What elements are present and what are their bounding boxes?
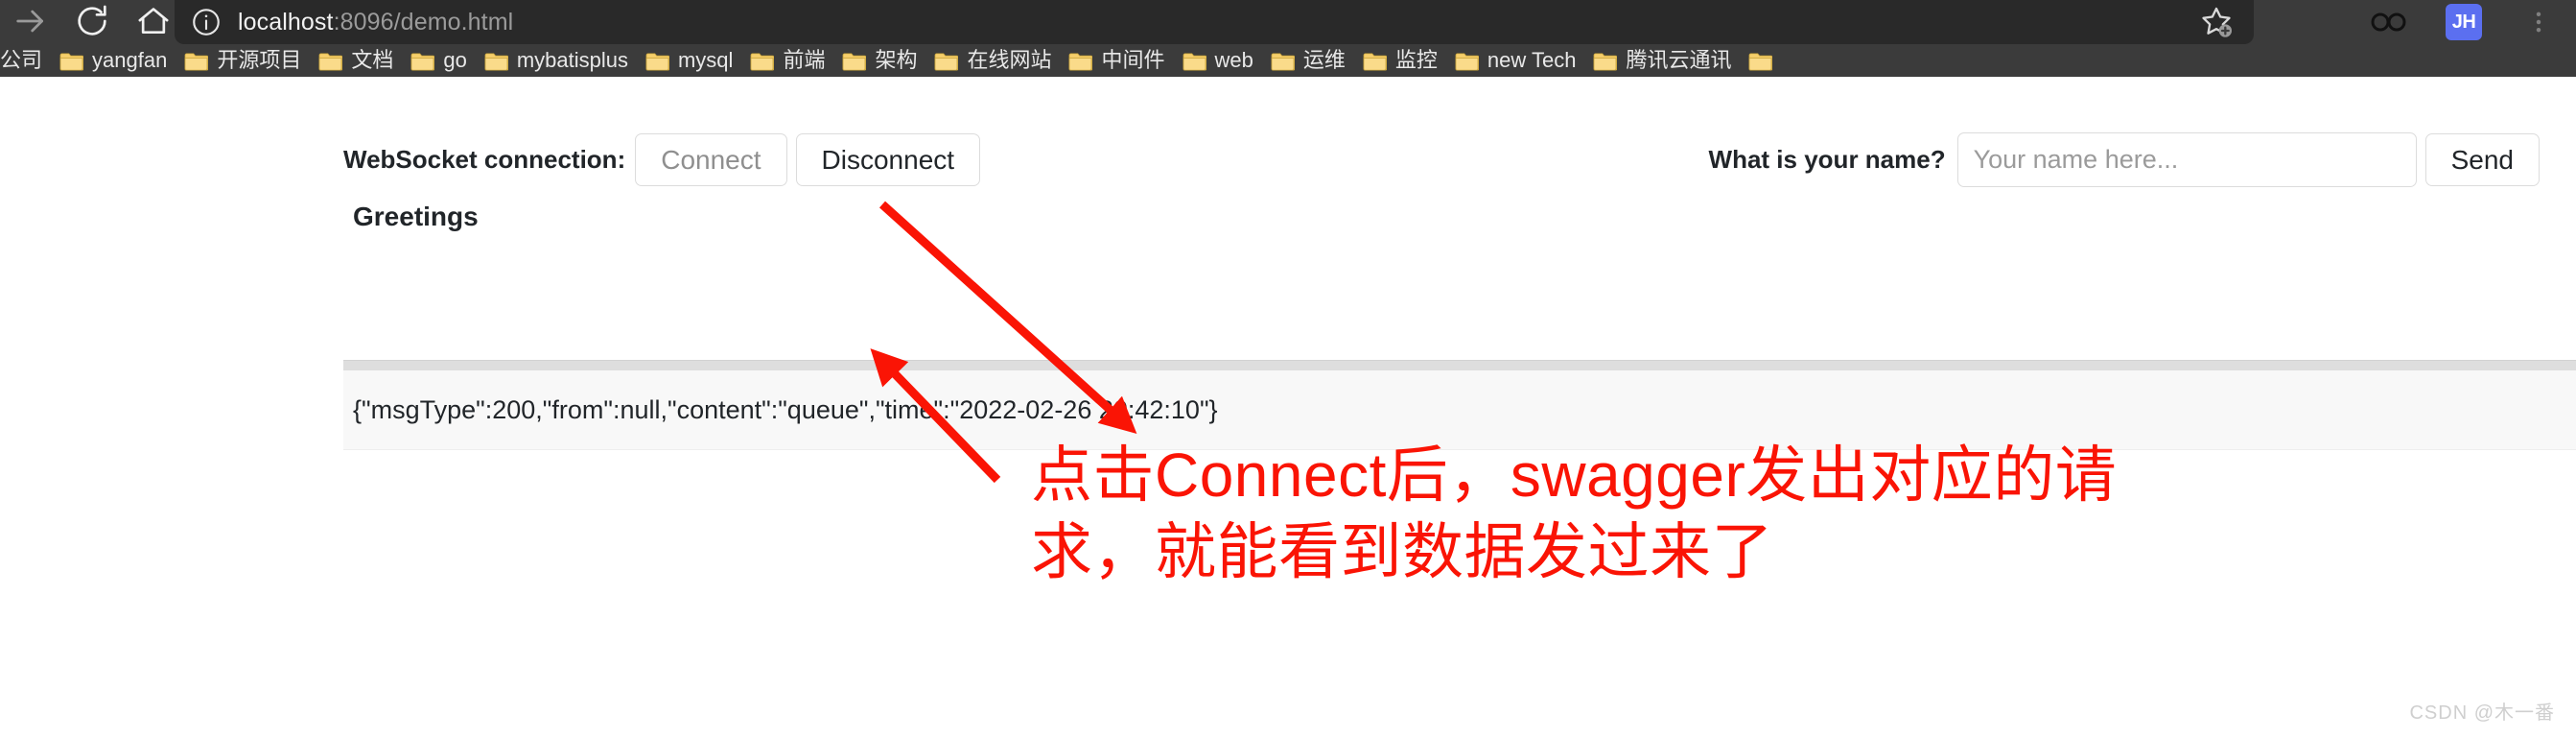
folder-icon (843, 53, 867, 70)
bookmark-item[interactable]: 开源项目 (176, 44, 310, 77)
bookmark-item[interactable]: 文档 (310, 44, 402, 77)
reload-icon[interactable] (61, 0, 123, 42)
browser-menu-icon[interactable] (2501, 0, 2576, 44)
bookmark-item[interactable]: 监控 (1354, 44, 1446, 77)
address-bar-path: :8096/demo.html (333, 8, 514, 36)
folder-icon (1069, 53, 1093, 70)
folder-icon (1594, 53, 1618, 70)
bookmark-label: mysql (677, 48, 734, 72)
websocket-connection-label: WebSocket connection: (343, 145, 626, 174)
address-bar-host: localhost (238, 8, 334, 36)
collections-infinity-icon[interactable] (2352, 0, 2426, 44)
bookmark-label: 运维 (1302, 48, 1346, 72)
message-text: {"msgType":200,"from":null,"content":"qu… (353, 394, 1218, 424)
bookmark-item[interactable]: 运维 (1262, 44, 1354, 77)
bookmark-item[interactable]: 在线网站 (925, 44, 1060, 77)
page-viewport: WebSocket connection: Connect Disconnect… (0, 77, 2576, 738)
bookmark-item[interactable]: mybatisplus (476, 44, 637, 77)
bookmark-item[interactable]: go (402, 44, 475, 77)
greetings-table-header (343, 360, 2576, 370)
bookmark-label: 中间件 (1101, 48, 1165, 72)
folder-icon (318, 53, 343, 70)
bookmark-label: go (443, 48, 467, 72)
disconnect-button[interactable]: Disconnect (795, 132, 981, 187)
bookmark-label: 公司 (0, 48, 43, 72)
send-button[interactable]: Send (2424, 132, 2540, 187)
bookmark-label: 监控 (1394, 48, 1438, 72)
folder-icon (645, 53, 669, 70)
bookmark-label: yangfan (92, 48, 168, 72)
bookmark-label: 文档 (351, 48, 394, 72)
bookmark-item[interactable]: yangfan (51, 44, 176, 77)
bookmark-label: mybatisplus (516, 48, 628, 72)
folder-icon (184, 53, 209, 70)
folder-icon (1271, 53, 1295, 70)
profile-avatar-initials: JH (2446, 4, 2482, 40)
name-form-group: What is your name? Send (1709, 132, 2540, 187)
info-circle-icon[interactable] (175, 6, 238, 38)
forward-arrow-icon[interactable] (0, 0, 61, 42)
browser-right-actions: JH (2352, 0, 2576, 44)
bookmark-item[interactable]: 公司 (0, 44, 51, 77)
add-favorite-star-icon[interactable] (2179, 0, 2254, 44)
address-bar-url[interactable]: localhost:8096/demo.html (238, 9, 513, 36)
folder-icon (484, 53, 508, 70)
folder-icon (751, 53, 775, 70)
connect-button[interactable]: Connect (635, 132, 787, 187)
folder-icon (1363, 53, 1387, 70)
bookmarks-bar: 公司 yangfan 开源项目 文档 go mybatisplus mysql … (0, 44, 2576, 77)
greetings-heading: Greetings (353, 202, 479, 231)
name-question-label: What is your name? (1708, 145, 1946, 174)
bookmark-label: 开源项目 (217, 48, 302, 72)
bookmark-item[interactable]: 架构 (833, 44, 925, 77)
bookmark-item[interactable]: web (1174, 44, 1262, 77)
browser-chrome: localhost:8096/demo.html JH 公司 yangfan 开… (0, 0, 2576, 77)
folder-icon (1183, 53, 1206, 70)
omnibox-right-actions (2179, 0, 2254, 44)
websocket-controls-row: WebSocket connection: Connect Disconnect… (343, 132, 2540, 187)
profile-avatar[interactable]: JH (2426, 0, 2501, 44)
csdn-watermark: CSDN @木一番 (2409, 702, 2555, 724)
name-input[interactable] (1956, 132, 2417, 187)
table-row: {"msgType":200,"from":null,"content":"qu… (343, 370, 2576, 450)
browser-toolbar: localhost:8096/demo.html JH (0, 0, 2576, 44)
folder-icon (59, 53, 84, 70)
bookmark-label: new Tech (1487, 48, 1577, 72)
bookmark-item[interactable]: 腾讯云通讯 (1584, 44, 1740, 77)
folder-icon (935, 53, 959, 70)
bookmark-item[interactable]: mysql (637, 44, 741, 77)
bookmark-item[interactable]: new Tech (1446, 44, 1585, 77)
address-bar[interactable]: localhost:8096/demo.html (175, 0, 2254, 44)
bookmark-item[interactable] (1740, 44, 1790, 77)
bookmark-item[interactable]: 中间件 (1060, 44, 1173, 77)
folder-icon (1455, 53, 1479, 70)
bookmark-label: web (1214, 48, 1253, 72)
bookmark-label: 架构 (875, 48, 918, 72)
bookmark-label: 前端 (783, 48, 826, 72)
bookmark-label: 在线网站 (967, 48, 1052, 72)
bookmark-item[interactable]: 前端 (741, 44, 833, 77)
greetings-table: {"msgType":200,"from":null,"content":"qu… (343, 360, 2576, 450)
folder-icon (410, 53, 435, 70)
folder-icon (1749, 53, 1773, 70)
bookmark-label: 腾讯云通讯 (1626, 48, 1732, 72)
